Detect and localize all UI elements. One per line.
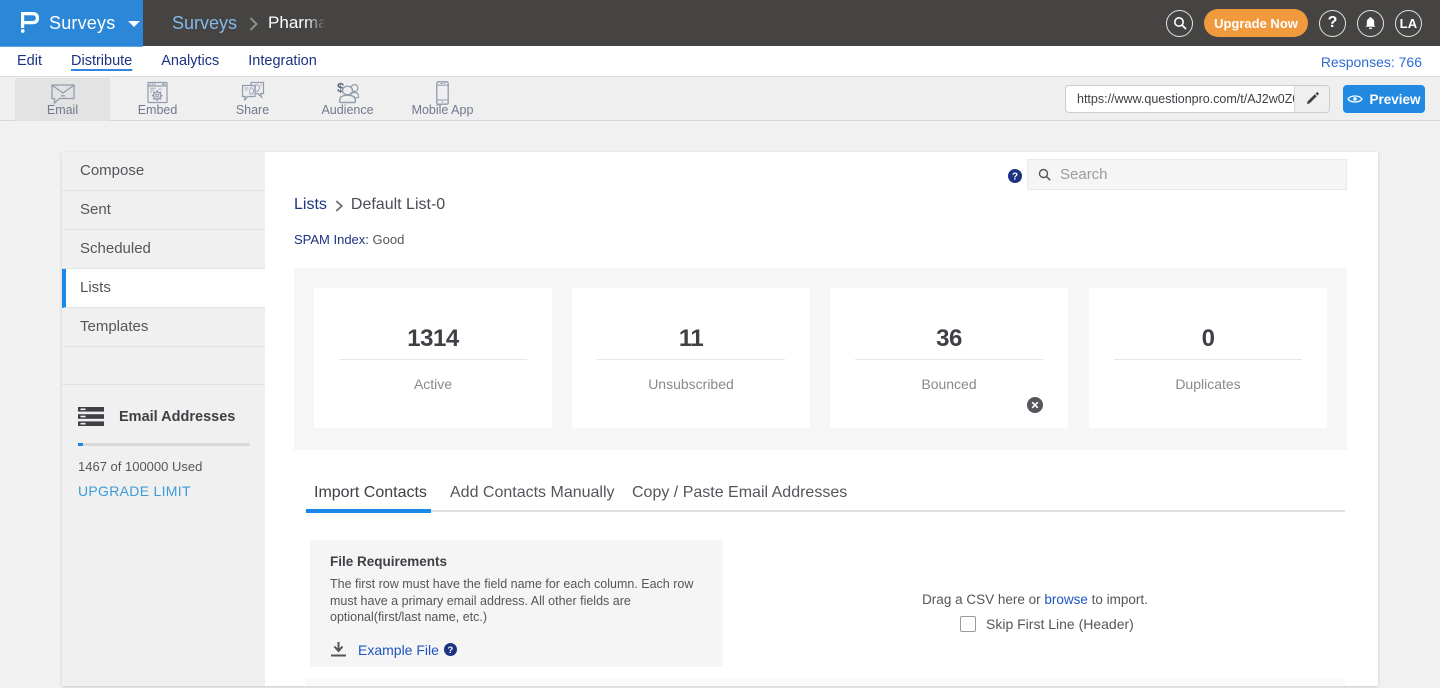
svg-text:?: ? <box>1012 172 1018 183</box>
svg-text:?: ? <box>448 645 454 655</box>
